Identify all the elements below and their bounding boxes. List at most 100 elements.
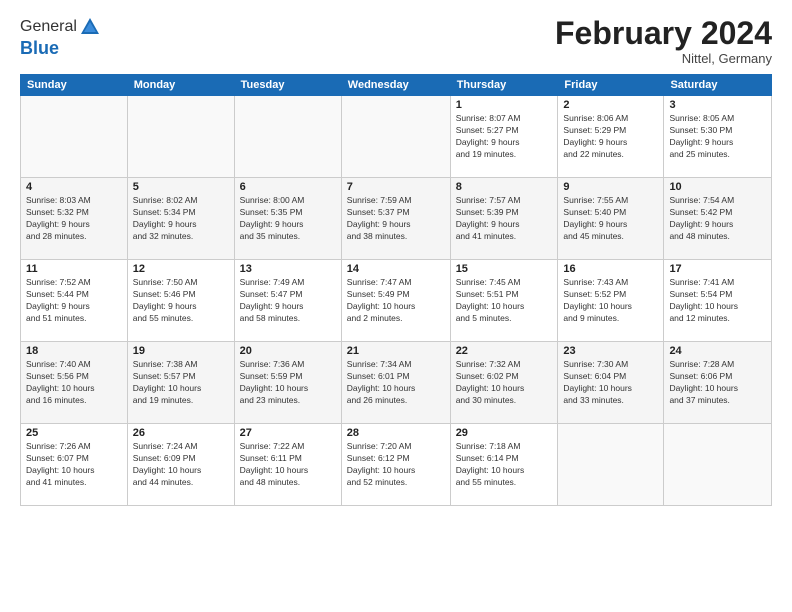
calendar-cell: 15 Sunrise: 7:45 AM Sunset: 5:51 PM Dayli… [450, 260, 558, 342]
calendar-header-sunday: Sunday [21, 75, 128, 96]
calendar-cell: 25 Sunrise: 7:26 AM Sunset: 6:07 PM Dayli… [21, 424, 128, 506]
page: General Blue February 2024 Nittel, Germa… [0, 0, 792, 612]
calendar-cell: 11 Sunrise: 7:52 AM Sunset: 5:44 PM Dayli… [21, 260, 128, 342]
day-info: Sunrise: 8:06 AM Sunset: 5:29 PM Dayligh… [563, 113, 658, 161]
calendar-header-monday: Monday [127, 75, 234, 96]
calendar-header-wednesday: Wednesday [341, 75, 450, 96]
day-number: 1 [456, 99, 553, 111]
day-info: Sunrise: 7:24 AM Sunset: 6:09 PM Dayligh… [133, 441, 229, 489]
day-info: Sunrise: 8:03 AM Sunset: 5:32 PM Dayligh… [26, 195, 122, 243]
calendar-cell: 9Sunrise: 7:55 AM Sunset: 5:40 PM Daylig… [558, 178, 664, 260]
calendar-cell [127, 96, 234, 178]
calendar-header-tuesday: Tuesday [234, 75, 341, 96]
calendar-cell [21, 96, 128, 178]
calendar-cell: 6Sunrise: 8:00 AM Sunset: 5:35 PM Daylig… [234, 178, 341, 260]
month-title: February 2024 [555, 16, 772, 51]
day-number: 7 [347, 181, 445, 193]
day-info: Sunrise: 7:32 AM Sunset: 6:02 PM Dayligh… [456, 359, 553, 407]
day-info: Sunrise: 7:52 AM Sunset: 5:44 PM Dayligh… [26, 277, 122, 325]
calendar-cell: 20 Sunrise: 7:36 AM Sunset: 5:59 PM Dayli… [234, 342, 341, 424]
calendar-cell: 2 Sunrise: 8:06 AM Sunset: 5:29 PM Daylig… [558, 96, 664, 178]
calendar-header-thursday: Thursday [450, 75, 558, 96]
day-number: 17 [669, 263, 766, 275]
title-block: February 2024 Nittel, Germany [555, 16, 772, 66]
day-number: 25 [26, 427, 122, 439]
logo-general-text: General [20, 18, 77, 36]
calendar-cell: 26Sunrise: 7:24 AM Sunset: 6:09 PM Dayli… [127, 424, 234, 506]
day-number: 5 [133, 181, 229, 193]
calendar-cell [664, 424, 772, 506]
day-number: 23 [563, 345, 658, 357]
day-info: Sunrise: 7:36 AM Sunset: 5:59 PM Dayligh… [240, 359, 336, 407]
day-number: 28 [347, 427, 445, 439]
day-number: 8 [456, 181, 553, 193]
logo-blue-text: Blue [20, 38, 101, 59]
day-number: 15 [456, 263, 553, 275]
day-info: Sunrise: 7:57 AM Sunset: 5:39 PM Dayligh… [456, 195, 553, 243]
calendar-week-row: 1 Sunrise: 8:07 AM Sunset: 5:27 PM Daylig… [21, 96, 772, 178]
day-info: Sunrise: 7:28 AM Sunset: 6:06 PM Dayligh… [669, 359, 766, 407]
day-info: Sunrise: 7:59 AM Sunset: 5:37 PM Dayligh… [347, 195, 445, 243]
day-info: Sunrise: 7:20 AM Sunset: 6:12 PM Dayligh… [347, 441, 445, 489]
location: Nittel, Germany [555, 51, 772, 66]
day-number: 9 [563, 181, 658, 193]
day-info: Sunrise: 7:45 AM Sunset: 5:51 PM Dayligh… [456, 277, 553, 325]
calendar-cell: 18Sunrise: 7:40 AM Sunset: 5:56 PM Dayli… [21, 342, 128, 424]
day-number: 3 [669, 99, 766, 111]
calendar-cell [558, 424, 664, 506]
day-info: Sunrise: 7:18 AM Sunset: 6:14 PM Dayligh… [456, 441, 553, 489]
calendar-week-row: 11 Sunrise: 7:52 AM Sunset: 5:44 PM Dayli… [21, 260, 772, 342]
calendar-cell: 1 Sunrise: 8:07 AM Sunset: 5:27 PM Daylig… [450, 96, 558, 178]
day-info: Sunrise: 7:47 AM Sunset: 5:49 PM Dayligh… [347, 277, 445, 325]
calendar-cell: 17Sunrise: 7:41 AM Sunset: 5:54 PM Dayli… [664, 260, 772, 342]
calendar-cell: 3Sunrise: 8:05 AM Sunset: 5:30 PM Daylig… [664, 96, 772, 178]
calendar-cell: 23 Sunrise: 7:30 AM Sunset: 6:04 PM Dayli… [558, 342, 664, 424]
day-info: Sunrise: 8:07 AM Sunset: 5:27 PM Dayligh… [456, 113, 553, 161]
day-number: 18 [26, 345, 122, 357]
day-number: 29 [456, 427, 553, 439]
day-number: 22 [456, 345, 553, 357]
calendar-cell: 16 Sunrise: 7:43 AM Sunset: 5:52 PM Dayli… [558, 260, 664, 342]
calendar-cell: 8 Sunrise: 7:57 AM Sunset: 5:39 PM Daylig… [450, 178, 558, 260]
calendar-header-friday: Friday [558, 75, 664, 96]
header: General Blue February 2024 Nittel, Germa… [20, 16, 772, 66]
calendar-cell: 28 Sunrise: 7:20 AM Sunset: 6:12 PM Dayli… [341, 424, 450, 506]
day-number: 19 [133, 345, 229, 357]
day-number: 27 [240, 427, 336, 439]
day-number: 20 [240, 345, 336, 357]
day-info: Sunrise: 7:26 AM Sunset: 6:07 PM Dayligh… [26, 441, 122, 489]
day-number: 14 [347, 263, 445, 275]
day-info: Sunrise: 7:50 AM Sunset: 5:46 PM Dayligh… [133, 277, 229, 325]
day-number: 12 [133, 263, 229, 275]
day-info: Sunrise: 7:54 AM Sunset: 5:42 PM Dayligh… [669, 195, 766, 243]
calendar-cell: 21 Sunrise: 7:34 AM Sunset: 6:01 PM Dayli… [341, 342, 450, 424]
calendar-week-row: 25 Sunrise: 7:26 AM Sunset: 6:07 PM Dayli… [21, 424, 772, 506]
calendar-header-row: SundayMondayTuesdayWednesdayThursdayFrid… [21, 75, 772, 96]
day-number: 10 [669, 181, 766, 193]
calendar-cell: 27 Sunrise: 7:22 AM Sunset: 6:11 PM Dayli… [234, 424, 341, 506]
logo-icon [79, 16, 101, 38]
day-info: Sunrise: 7:49 AM Sunset: 5:47 PM Dayligh… [240, 277, 336, 325]
day-info: Sunrise: 7:22 AM Sunset: 6:11 PM Dayligh… [240, 441, 336, 489]
day-number: 24 [669, 345, 766, 357]
day-info: Sunrise: 7:30 AM Sunset: 6:04 PM Dayligh… [563, 359, 658, 407]
calendar-week-row: 18Sunrise: 7:40 AM Sunset: 5:56 PM Dayli… [21, 342, 772, 424]
day-number: 21 [347, 345, 445, 357]
day-info: Sunrise: 7:43 AM Sunset: 5:52 PM Dayligh… [563, 277, 658, 325]
calendar-cell: 19 Sunrise: 7:38 AM Sunset: 5:57 PM Dayli… [127, 342, 234, 424]
calendar-week-row: 4Sunrise: 8:03 AM Sunset: 5:32 PM Daylig… [21, 178, 772, 260]
day-info: Sunrise: 8:02 AM Sunset: 5:34 PM Dayligh… [133, 195, 229, 243]
day-info: Sunrise: 7:34 AM Sunset: 6:01 PM Dayligh… [347, 359, 445, 407]
calendar-cell: 10 Sunrise: 7:54 AM Sunset: 5:42 PM Dayli… [664, 178, 772, 260]
calendar-cell: 4Sunrise: 8:03 AM Sunset: 5:32 PM Daylig… [21, 178, 128, 260]
calendar-cell: 22 Sunrise: 7:32 AM Sunset: 6:02 PM Dayli… [450, 342, 558, 424]
calendar-cell: 13 Sunrise: 7:49 AM Sunset: 5:47 PM Dayli… [234, 260, 341, 342]
day-number: 11 [26, 263, 122, 275]
calendar-table: SundayMondayTuesdayWednesdayThursdayFrid… [20, 74, 772, 506]
calendar-cell: 7 Sunrise: 7:59 AM Sunset: 5:37 PM Daylig… [341, 178, 450, 260]
day-number: 13 [240, 263, 336, 275]
day-number: 2 [563, 99, 658, 111]
logo: General Blue [20, 16, 101, 59]
day-number: 16 [563, 263, 658, 275]
day-info: Sunrise: 7:38 AM Sunset: 5:57 PM Dayligh… [133, 359, 229, 407]
